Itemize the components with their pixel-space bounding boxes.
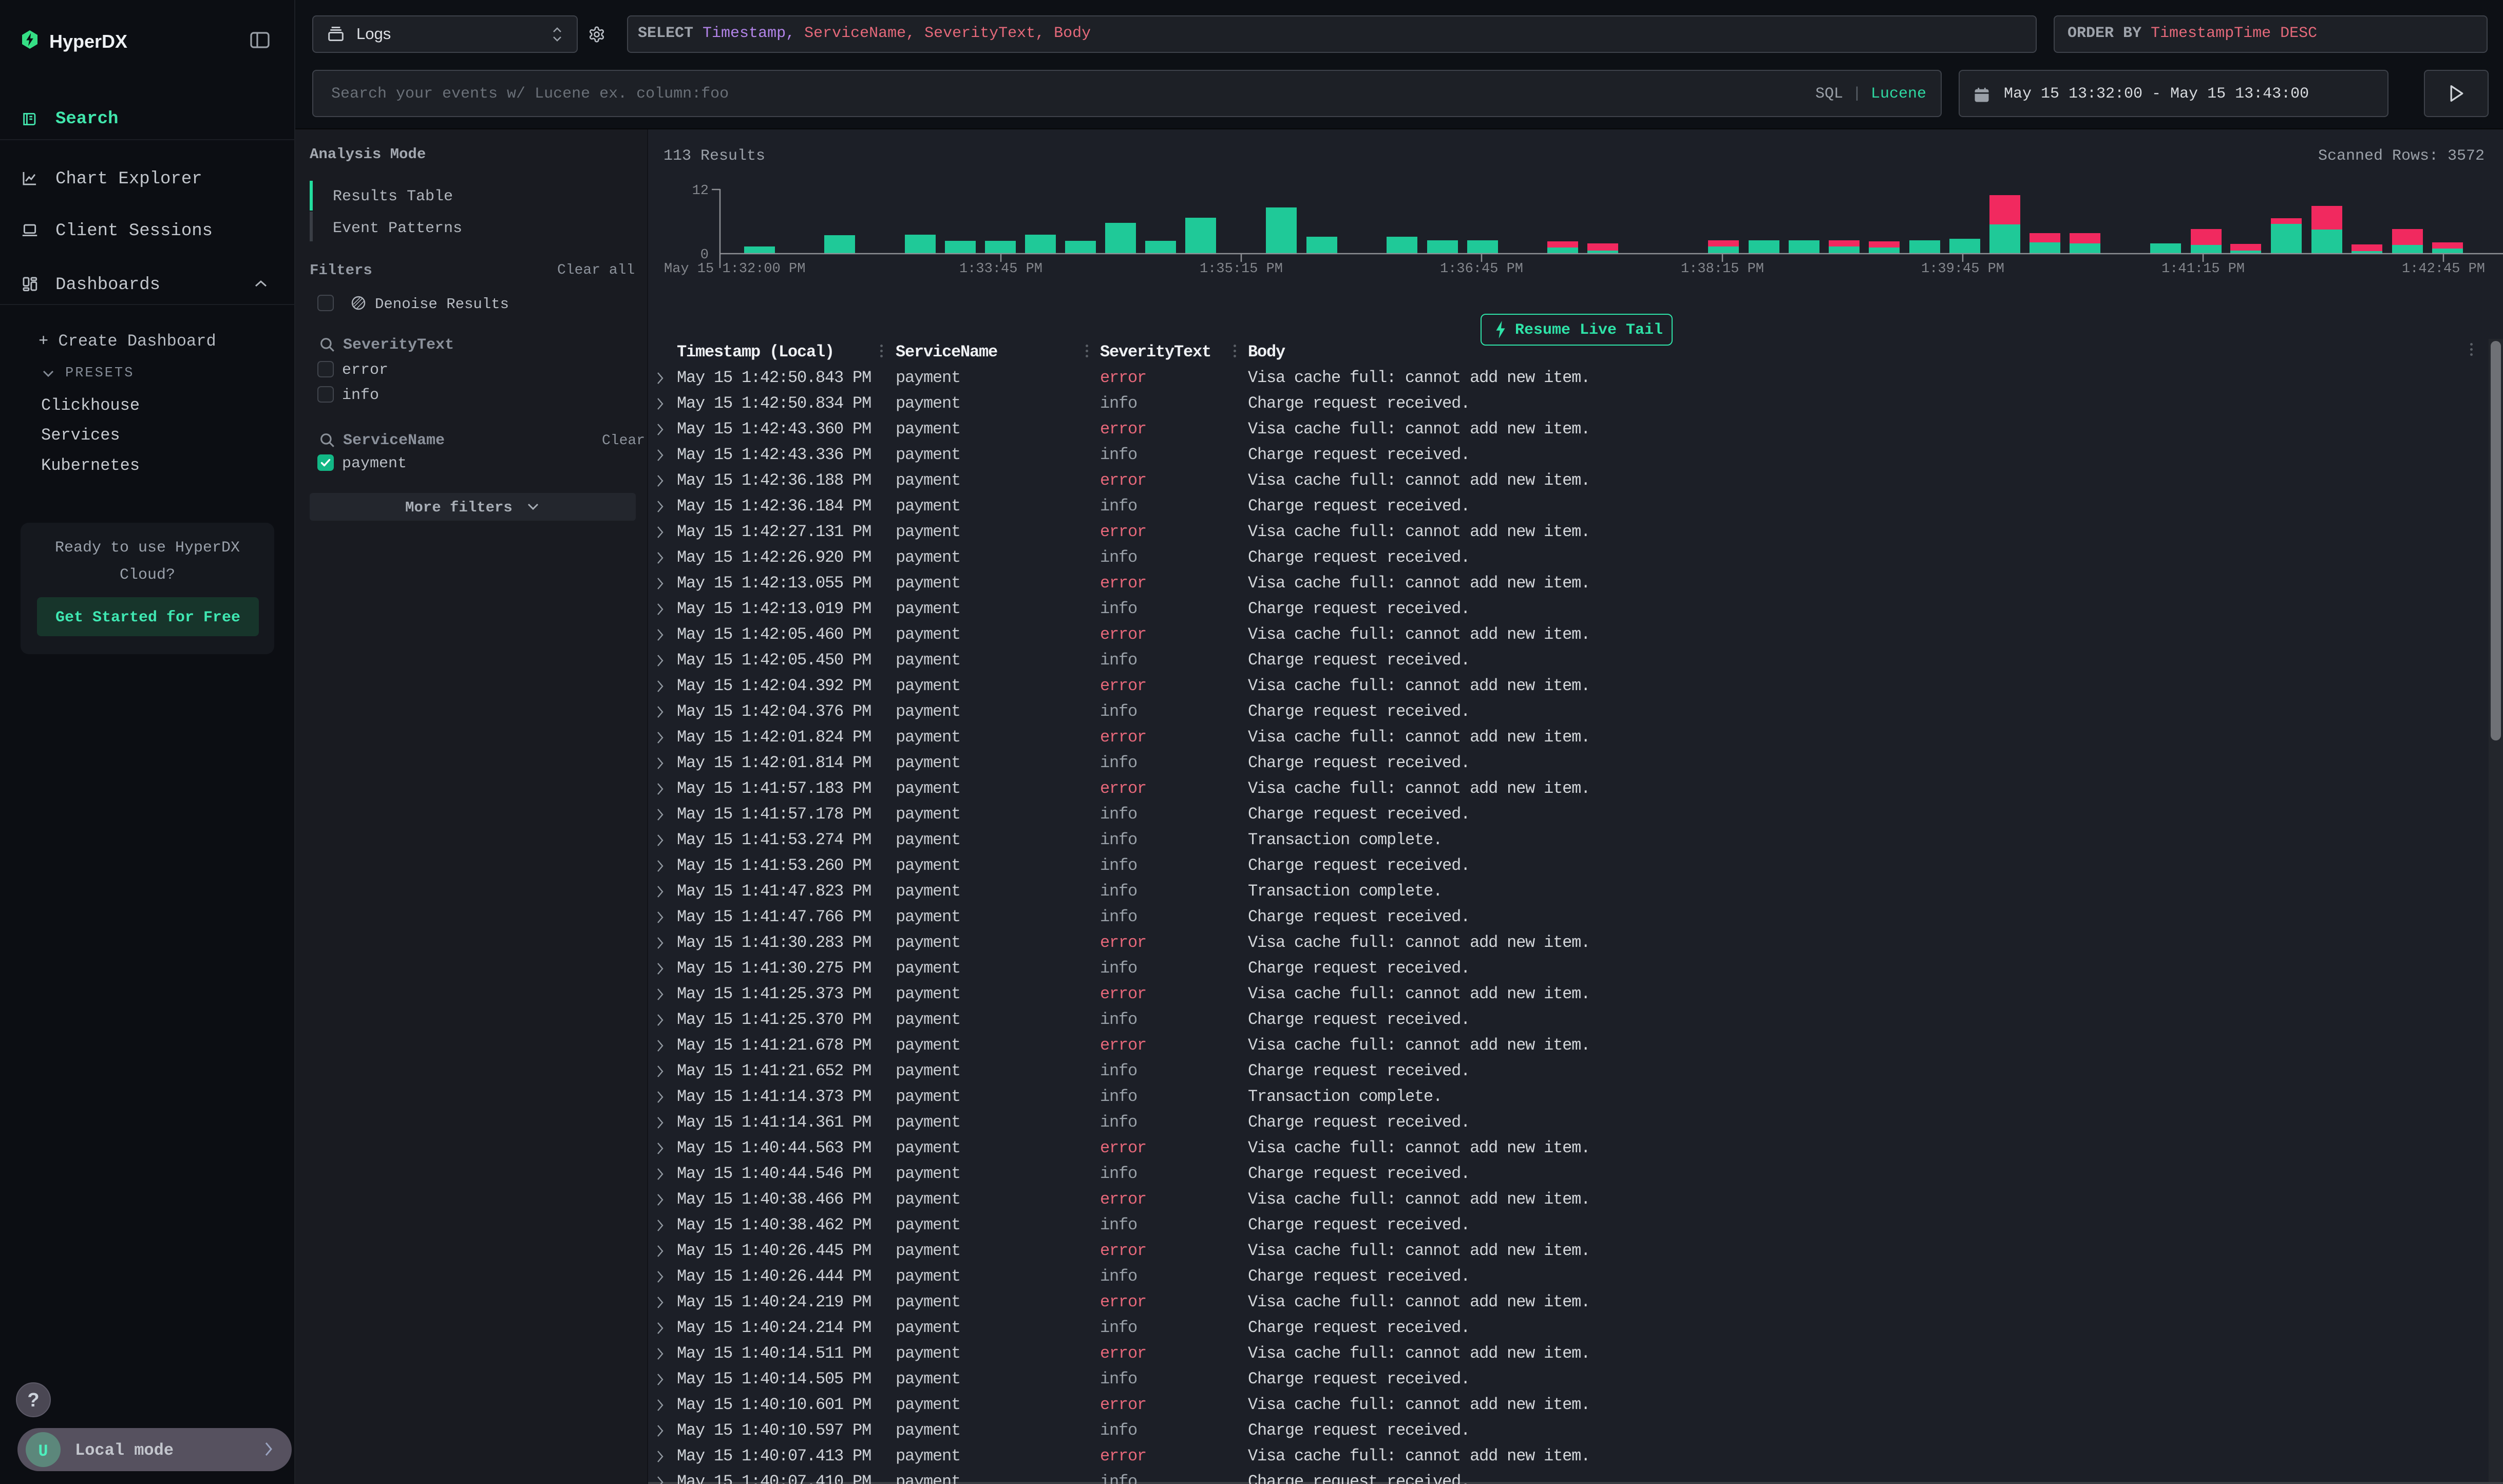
svg-text:1:42:45 PM: 1:42:45 PM — [2402, 261, 2485, 277]
svg-text:0: 0 — [700, 248, 709, 263]
svg-text:May 15 1:32:00 PM: May 15 1:32:00 PM — [664, 261, 805, 277]
svg-text:12: 12 — [692, 183, 709, 199]
svg-text:1:36:45 PM: 1:36:45 PM — [1440, 261, 1523, 277]
svg-text:1:38:15 PM: 1:38:15 PM — [1681, 261, 1764, 277]
svg-text:1:39:45 PM: 1:39:45 PM — [1921, 261, 2004, 277]
svg-text:1:33:45 PM: 1:33:45 PM — [959, 261, 1042, 277]
svg-text:1:35:15 PM: 1:35:15 PM — [1200, 261, 1283, 277]
svg-text:1:41:15 PM: 1:41:15 PM — [2161, 261, 2245, 277]
